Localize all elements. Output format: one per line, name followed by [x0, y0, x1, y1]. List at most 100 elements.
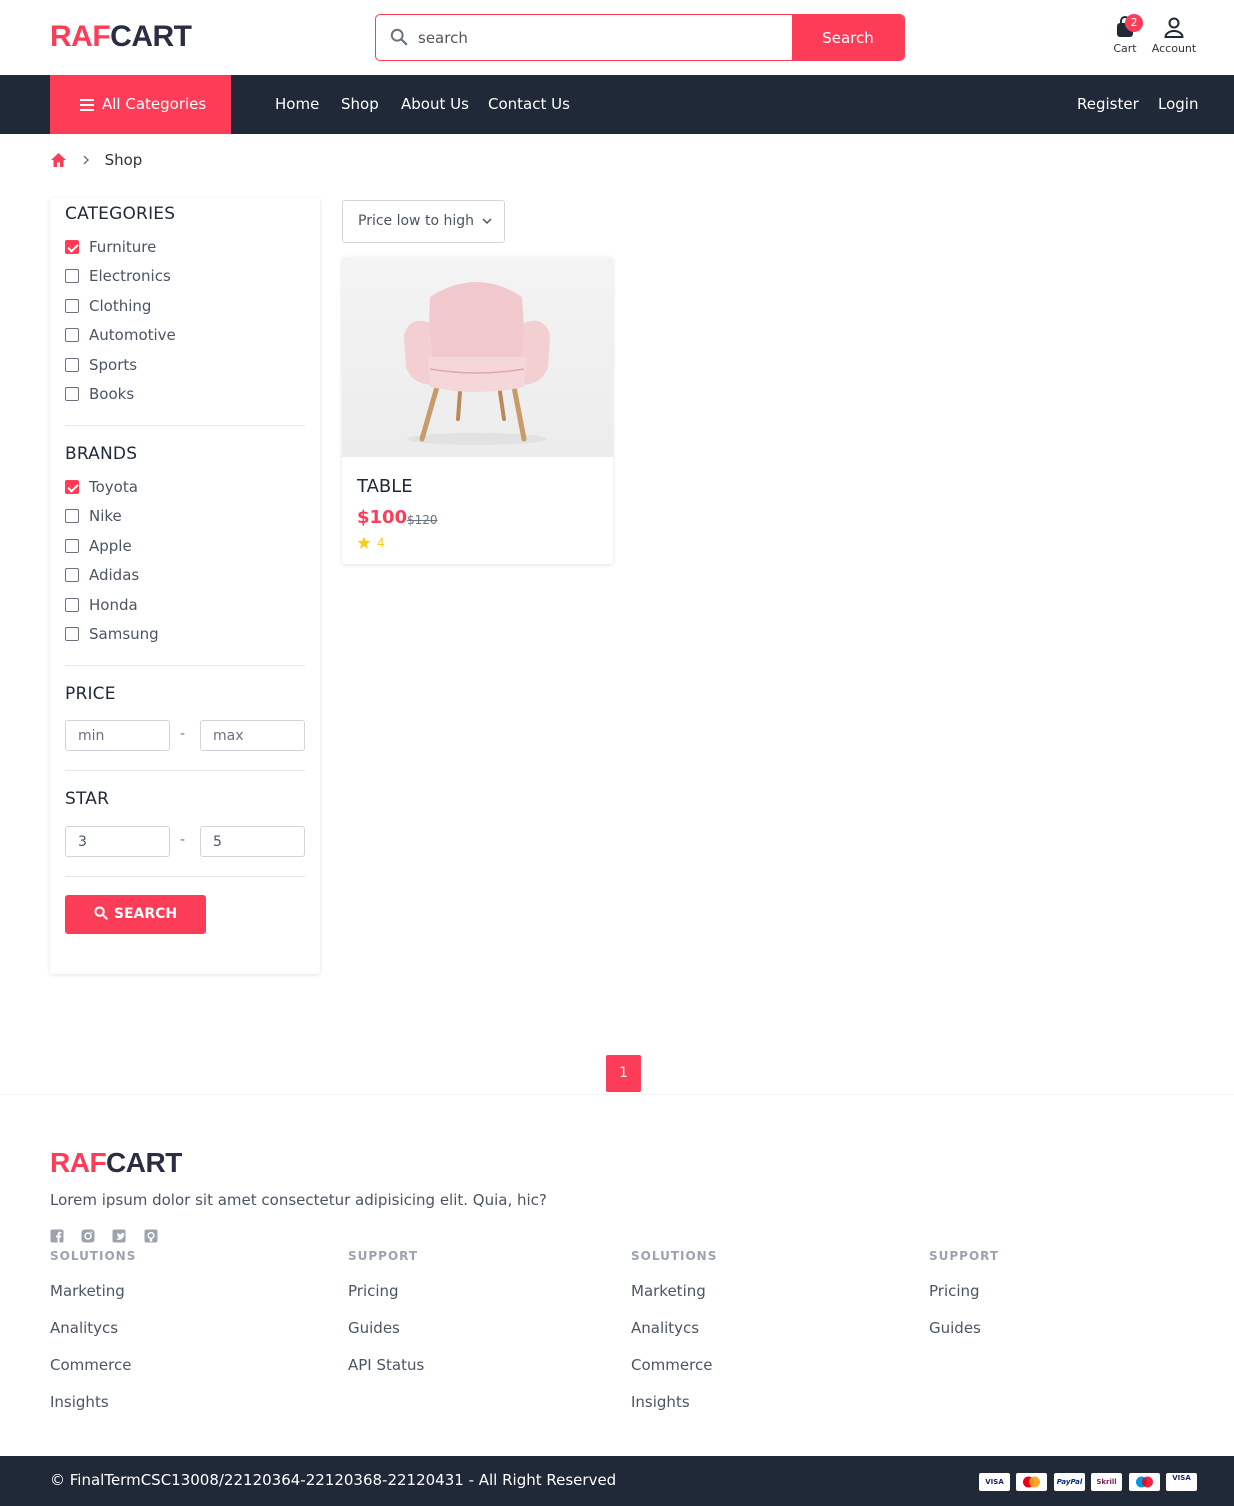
nav-link-home[interactable]: Home	[275, 75, 319, 134]
checkbox[interactable]	[65, 268, 79, 283]
category-label: Electronics	[89, 267, 171, 285]
checkbox[interactable]	[65, 538, 79, 553]
facebook-icon[interactable]	[50, 1229, 64, 1243]
product-rating: 4	[357, 536, 385, 550]
breadcrumb: Shop	[50, 150, 142, 170]
logo-part-cart: CART	[110, 20, 192, 53]
brand-apple[interactable]: Apple	[65, 537, 132, 557]
search-bar: Search	[375, 14, 905, 61]
nav-link-shop[interactable]: Shop	[341, 75, 379, 134]
divider	[65, 876, 305, 877]
mastercard-circles	[1023, 1476, 1040, 1488]
checkbox-checked[interactable]	[65, 479, 79, 494]
footer-col1-title: SOLUTIONS	[50, 1249, 137, 1263]
home-icon[interactable]	[50, 152, 67, 168]
footer-link-commerce[interactable]: Commerce	[631, 1356, 712, 1374]
product-title[interactable]: TABLE	[357, 476, 413, 497]
site-footer: RAFCART Lorem ipsum dolor sit amet conse…	[0, 1094, 1234, 1456]
checkbox[interactable]	[65, 626, 79, 641]
pagination-page-1[interactable]: 1	[606, 1055, 641, 1092]
category-automotive[interactable]: Automotive	[65, 326, 176, 346]
brand-label: Apple	[89, 537, 132, 555]
visa-electron-icon: VISA	[1166, 1473, 1197, 1491]
category-books[interactable]: Books	[65, 385, 134, 405]
all-categories-button[interactable]: All Categories	[50, 75, 231, 134]
nav-link-about[interactable]: About Us	[401, 75, 469, 134]
footer-link-analitycs[interactable]: Analitycs	[50, 1319, 118, 1337]
brand-label: Samsung	[89, 625, 159, 643]
search-button[interactable]: Search	[792, 15, 904, 60]
brand-label: Toyota	[89, 478, 138, 496]
checkbox[interactable]	[65, 357, 79, 372]
maestro-icon	[1129, 1473, 1160, 1491]
footer-link-guides[interactable]: Guides	[929, 1319, 981, 1337]
github-icon[interactable]	[144, 1229, 158, 1243]
menu-bars-icon	[80, 98, 94, 111]
cart-label: Cart	[1113, 42, 1137, 55]
footer-link-guides[interactable]: Guides	[348, 1319, 400, 1337]
armchair-image	[404, 282, 550, 445]
sort-select[interactable]: Price low to high	[342, 200, 505, 243]
footer-link-analitycs[interactable]: Analitycs	[631, 1319, 699, 1337]
footer-link-marketing[interactable]: Marketing	[50, 1282, 125, 1300]
footer-link-marketing[interactable]: Marketing	[631, 1282, 706, 1300]
instagram-icon[interactable]	[81, 1229, 95, 1243]
search-input[interactable]	[418, 15, 793, 60]
footer-link-api-status[interactable]: API Status	[348, 1356, 424, 1374]
product-old-price: $120	[407, 513, 438, 527]
cart-link[interactable]: 2 Cart	[1108, 14, 1143, 55]
star-max-input[interactable]	[200, 826, 305, 857]
footer-link-insights[interactable]: Insights	[50, 1393, 109, 1411]
brand-label: Nike	[89, 507, 122, 525]
chevron-right-icon	[83, 155, 89, 164]
brands-title: BRANDS	[65, 444, 138, 464]
nav-link-login[interactable]: Login	[1158, 75, 1198, 134]
footer-link-insights[interactable]: Insights	[631, 1393, 690, 1411]
product-image[interactable]	[342, 257, 613, 457]
star-icon	[357, 536, 371, 549]
chevron-down-icon	[482, 218, 492, 225]
nav-link-register[interactable]: Register	[1077, 75, 1139, 134]
category-label: Books	[89, 385, 135, 403]
checkbox[interactable]	[65, 298, 79, 313]
category-electronics[interactable]: Electronics	[65, 267, 171, 287]
brand-adidas[interactable]: Adidas	[65, 566, 139, 586]
account-link[interactable]: Account	[1150, 16, 1198, 55]
star-min-input[interactable]	[65, 826, 170, 857]
brand-honda[interactable]: Honda	[65, 596, 138, 616]
footer-logo[interactable]: RAFCART	[50, 1147, 182, 1179]
footer-link-commerce[interactable]: Commerce	[50, 1356, 131, 1374]
logo-part-raf: RAF	[50, 20, 111, 53]
mastercard-icon	[1016, 1473, 1047, 1491]
logo-part-cart: CART	[106, 1147, 182, 1178]
filter-search-button[interactable]: SEARCH	[65, 895, 206, 934]
footer-link-pricing[interactable]: Pricing	[929, 1282, 980, 1300]
checkbox[interactable]	[65, 327, 79, 342]
checkbox[interactable]	[65, 597, 79, 612]
logo-part-raf: RAF	[50, 1147, 107, 1178]
sort-selected-value: Price low to high	[358, 213, 474, 229]
divider	[65, 425, 305, 426]
product-card[interactable]: TABLE $100 $120 4	[342, 257, 613, 564]
nav-link-contact[interactable]: Contact Us	[488, 75, 570, 134]
price-min-input[interactable]	[65, 720, 170, 751]
brand-toyota[interactable]: Toyota	[65, 478, 138, 498]
footer-col3-title: SOLUTIONS	[631, 1249, 718, 1263]
checkbox[interactable]	[65, 508, 79, 523]
category-label: Clothing	[89, 297, 152, 315]
checkbox[interactable]	[65, 567, 79, 582]
category-furniture[interactable]: Furniture	[65, 238, 156, 258]
brand-samsung[interactable]: Samsung	[65, 625, 159, 645]
category-clothing[interactable]: Clothing	[65, 297, 151, 317]
brand-nike[interactable]: Nike	[65, 507, 122, 527]
cart-count-badge: 2	[1125, 14, 1143, 32]
footer-link-pricing[interactable]: Pricing	[348, 1282, 399, 1300]
search-icon	[94, 906, 108, 920]
checkbox[interactable]	[65, 386, 79, 401]
twitter-icon[interactable]	[112, 1229, 126, 1243]
category-sports[interactable]: Sports	[65, 356, 137, 376]
all-categories-label: All Categories	[102, 95, 207, 113]
checkbox-checked[interactable]	[65, 239, 79, 254]
price-max-input[interactable]	[200, 720, 305, 751]
site-logo[interactable]: RAFCART	[50, 20, 192, 54]
